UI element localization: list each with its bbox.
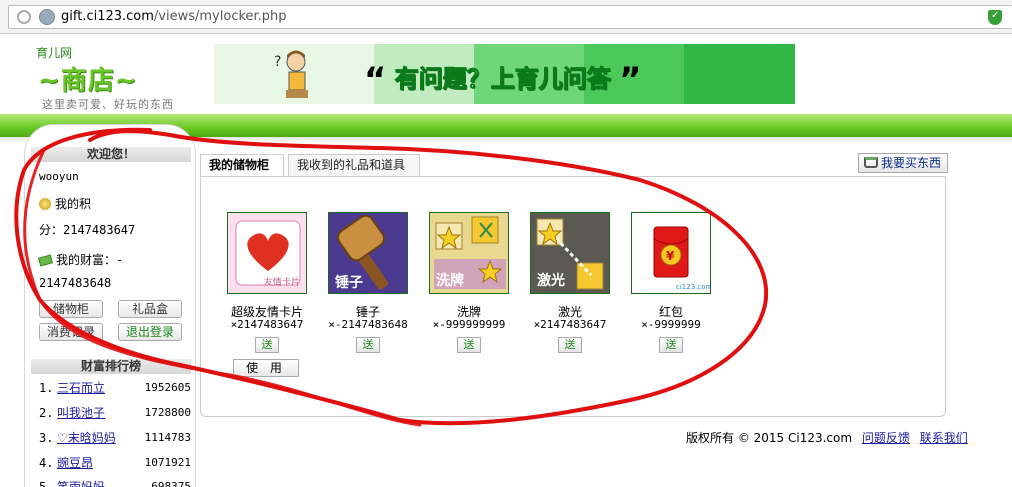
ranking-row: 1. 三石而立 1952605: [39, 380, 191, 396]
wealth-value: 2147483648: [39, 276, 112, 290]
item-caption: 友情卡片: [264, 276, 300, 288]
locker-item: 洗牌 洗牌 ×-999999999 送: [429, 212, 513, 353]
ranking-user-link[interactable]: 笑雨妈妈: [57, 479, 105, 487]
hammer-icon[interactable]: 锤子: [328, 212, 408, 294]
tab-my-locker[interactable]: 我的储物柜: [200, 154, 284, 176]
thinking-boy-icon: ?: [274, 50, 308, 98]
red-envelope-icon[interactable]: ¥ ci123.com: [631, 212, 711, 294]
item-caption: 洗牌: [436, 272, 464, 289]
page-footer: 版权所有 © 2015 Ci123.com 问题反馈 联系我们: [686, 429, 968, 446]
tab-received-gifts[interactable]: 我收到的礼品和道具: [288, 154, 420, 176]
wealth-label-row: 我的财富：-: [38, 251, 123, 268]
send-button[interactable]: 送: [255, 337, 279, 353]
spending-record-button[interactable]: 消费记录: [39, 323, 103, 341]
locker-item: 友情卡片 超级友情卡片 ×2147483647 送 使 用: [227, 212, 311, 377]
username: wooyun: [39, 170, 79, 183]
ranking-user-link[interactable]: 三石而立: [57, 380, 105, 396]
buy-stuff-button[interactable]: 我要买东西: [858, 153, 948, 173]
locker-button[interactable]: 储物柜: [39, 300, 103, 318]
shop-logo[interactable]: ~商店~: [38, 60, 138, 97]
logout-button[interactable]: 退出登录: [118, 323, 182, 341]
cart-icon: [864, 157, 878, 168]
send-button[interactable]: 送: [356, 337, 380, 353]
points-value: 分：2147483647: [39, 223, 136, 237]
user-sidebar: 欢迎您！ wooyun 我的积 分：2147483647 我的财富：- 2147…: [24, 124, 196, 487]
send-button[interactable]: 送: [558, 337, 582, 353]
shuffle-icon[interactable]: 洗牌: [429, 212, 509, 294]
copyright-text: 版权所有 © 2015 Ci123.com: [686, 431, 853, 445]
item-caption: 激光: [537, 272, 565, 289]
feedback-link[interactable]: 问题反馈: [862, 431, 910, 445]
globe-icon: [39, 9, 55, 25]
ranking-row: 4. 豌豆昂 1071921: [39, 455, 191, 471]
locker-item: 锤子 锤子 ×-2147483648 送: [328, 212, 412, 353]
ranking-heading: 财富排行榜: [31, 359, 191, 374]
contact-link[interactable]: 联系我们: [920, 431, 968, 445]
logo-tagline: 这里卖可爱、好玩的东西: [42, 98, 174, 111]
url-text[interactable]: gift.ci123.com/views/mylocker.php: [61, 9, 287, 24]
money-icon: [38, 254, 53, 267]
locker-item: 激光 激光 ×2147483647 送: [530, 212, 614, 353]
banner-slogan: “ 有问题？上育儿问答 ”: [364, 60, 642, 100]
laser-icon[interactable]: 激光: [530, 212, 610, 294]
ranking-row: 3. ♡末晗妈妈 1114783: [39, 430, 191, 446]
ad-banner[interactable]: ? “ 有问题？上育儿问答 ”: [214, 44, 795, 104]
item-count: ×-9999999: [641, 318, 701, 331]
svg-text:?: ?: [274, 54, 281, 70]
item-caption: ci123.com: [676, 283, 711, 291]
points-label-row: 我的积: [39, 195, 91, 212]
svg-text:¥: ¥: [666, 249, 675, 263]
ranking-row: 2. 叫我池子 1728800: [39, 405, 191, 421]
shield-icon[interactable]: [988, 10, 1002, 25]
locker-item: ¥ ci123.com 红包 ×-9999999 送: [631, 212, 715, 353]
back-icon[interactable]: [17, 10, 31, 24]
ranking-row: 5. 笑雨妈妈 698375: [39, 479, 191, 487]
site-header: 育儿网 ~商店~ 这里卖可爱、好玩的东西 ? “ 有问题？上育儿问答 ”: [0, 34, 1012, 114]
giftbox-button[interactable]: 礼品盒: [118, 300, 182, 318]
friendship-card-icon[interactable]: 友情卡片: [227, 212, 307, 294]
send-button[interactable]: 送: [659, 337, 683, 353]
item-caption: 锤子: [335, 274, 363, 291]
send-button[interactable]: 送: [457, 337, 481, 353]
use-button[interactable]: 使 用: [233, 359, 299, 377]
ranking-user-link[interactable]: ♡末晗妈妈: [57, 430, 116, 446]
welcome-heading: 欢迎您！: [31, 147, 191, 162]
ranking-user-link[interactable]: 豌豆昂: [57, 455, 93, 471]
address-bar[interactable]: gift.ci123.com/views/mylocker.php: [8, 5, 1012, 29]
browser-toolbar: gift.ci123.com/views/mylocker.php: [0, 0, 1012, 34]
coin-icon: [39, 198, 51, 210]
ranking-user-link[interactable]: 叫我池子: [57, 405, 105, 421]
logo-small-text[interactable]: 育儿网: [36, 44, 72, 61]
